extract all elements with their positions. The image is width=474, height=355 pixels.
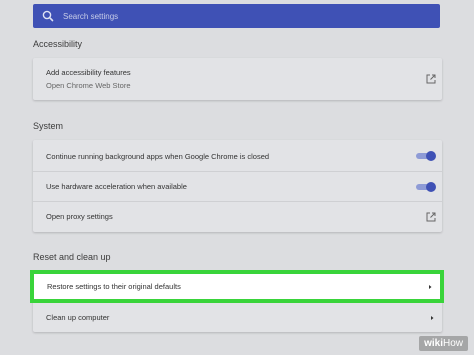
system-card: Continue running background apps when Go… — [33, 140, 442, 232]
section-title-accessibility: Accessibility — [33, 39, 83, 49]
accessibility-card: Add accessibility features Open Chrome W… — [33, 58, 442, 100]
external-link-icon[interactable] — [426, 202, 436, 232]
watermark-suffix: How — [442, 338, 463, 349]
hardware-acceleration-label: Use hardware acceleration when available — [46, 182, 187, 191]
chevron-right-icon[interactable] — [428, 303, 436, 333]
hardware-acceleration-toggle[interactable] — [414, 182, 436, 192]
top-bar — [0, 0, 474, 33]
clean-up-computer-label: Clean up computer — [46, 313, 110, 322]
background-apps-row[interactable]: Continue running background apps when Go… — [33, 141, 442, 171]
background-apps-toggle[interactable] — [414, 151, 436, 161]
section-title-system: System — [33, 121, 64, 131]
add-accessibility-features-row[interactable]: Add accessibility features Open Chrome W… — [33, 64, 442, 94]
restore-defaults-label: Restore settings to their original defau… — [47, 282, 181, 291]
section-title-reset: Reset and clean up — [33, 252, 111, 262]
search-input[interactable] — [63, 11, 403, 21]
background-apps-label: Continue running background apps when Go… — [46, 151, 270, 161]
add-accessibility-features-label: Add accessibility features — [46, 68, 131, 77]
search-icon[interactable] — [41, 9, 55, 23]
open-proxy-settings-label: Open proxy settings — [46, 212, 113, 221]
restore-defaults-highlight: Restore settings to their original defau… — [30, 270, 444, 303]
wikihow-watermark: wikiHow — [419, 336, 468, 351]
chevron-right-icon[interactable] — [426, 274, 434, 299]
open-proxy-settings-row[interactable]: Open proxy settings — [33, 201, 442, 231]
restore-defaults-row[interactable]: Restore settings to their original defau… — [34, 274, 440, 299]
watermark-brand: wiki — [424, 338, 443, 349]
hardware-acceleration-row[interactable]: Use hardware acceleration when available — [33, 171, 442, 201]
external-link-icon[interactable] — [426, 64, 436, 94]
open-chrome-web-store-label: Open Chrome Web Store — [46, 81, 131, 90]
clean-up-computer-row[interactable]: Clean up computer — [33, 302, 442, 332]
search-bar[interactable] — [33, 4, 440, 28]
